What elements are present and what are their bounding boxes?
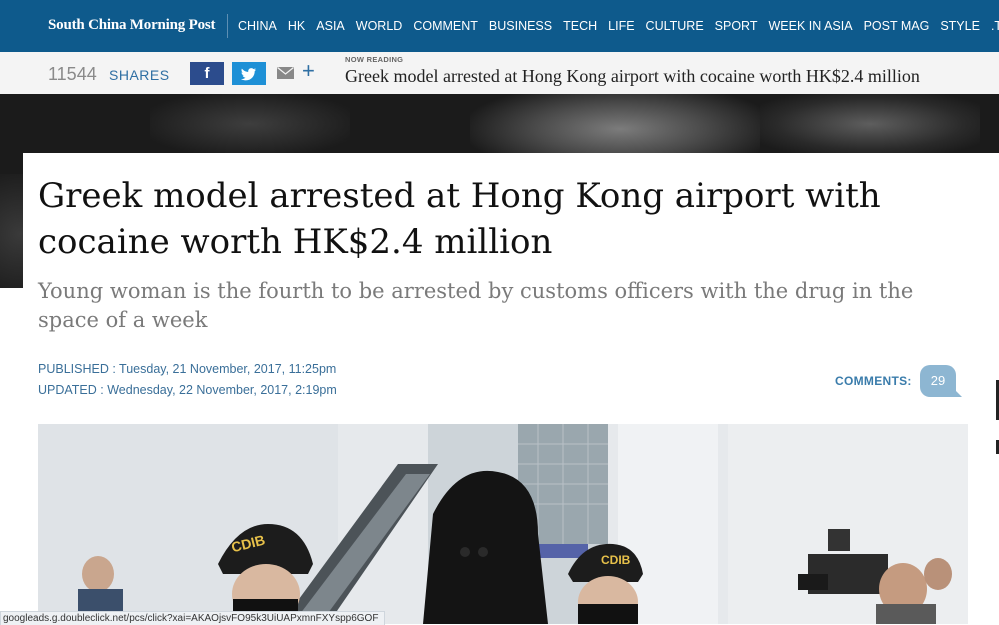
article-headline: Greek model arrested at Hong Kong airpor… <box>38 176 881 262</box>
nav-link-tech[interactable]: TECH <box>563 19 597 33</box>
powder-texture <box>760 94 980 154</box>
article-card: Greek model arrested at Hong Kong airpor… <box>23 153 999 624</box>
now-reading-label: NOW READING <box>345 55 404 64</box>
nav-link-culture[interactable]: CULTURE <box>646 19 704 33</box>
top-navigation: South China Morning Post CHINA HK ASIA WORL… <box>0 0 999 52</box>
nav-link-week-in-asia[interactable]: WEEK IN ASIA <box>769 19 853 33</box>
updated-date: UPDATED : Wednesday, 22 November, 2017, … <box>38 383 337 397</box>
browser-status-bar: googleads.g.doubleclick.net/pcs/click?xa… <box>0 611 386 625</box>
nav-divider <box>227 14 228 38</box>
nav-links: CHINA HK ASIA WORLD COMMENT BUSINESS TECH LIFE C… <box>238 19 999 33</box>
article-photo: CDIB CDIB <box>38 424 968 624</box>
site-logo[interactable]: South China Morning Post <box>48 17 216 34</box>
nav-link-hk[interactable]: HK <box>288 19 305 33</box>
email-icon[interactable] <box>277 67 294 79</box>
nav-link-asia[interactable]: ASIA <box>316 19 345 33</box>
nav-link-tv[interactable]: .TV <box>991 19 999 33</box>
now-reading-title[interactable]: Greek model arrested at Hong Kong airpor… <box>345 66 920 87</box>
nav-link-comment[interactable]: COMMENT <box>413 19 478 33</box>
facebook-share-button[interactable]: f <box>190 62 224 85</box>
nav-link-world[interactable]: WORLD <box>356 19 403 33</box>
share-bar: 11544 SHARES f + NOW READING Greek model… <box>0 52 999 95</box>
powder-texture <box>150 94 350 154</box>
nav-link-business[interactable]: BUSINESS <box>489 19 552 33</box>
article-subheadline: Young woman is the fourth to be arrested… <box>38 279 914 332</box>
nav-link-sport[interactable]: SPORT <box>715 19 758 33</box>
comments-count-badge[interactable]: 29 <box>920 365 962 397</box>
nav-link-style[interactable]: STYLE <box>940 19 980 33</box>
twitter-icon <box>241 68 256 81</box>
nav-link-post-mag[interactable]: POST MAG <box>864 19 930 33</box>
share-count: 11544 <box>48 64 97 84</box>
more-share-icon[interactable]: + <box>302 60 315 82</box>
published-date: PUBLISHED : Tuesday, 21 November, 2017, … <box>38 362 337 376</box>
airport-arrest-photo: CDIB CDIB <box>38 424 968 624</box>
twitter-share-button[interactable] <box>232 62 266 85</box>
share-label: SHARES <box>109 67 170 83</box>
cap-badge-right: CDIB <box>601 553 631 567</box>
nav-link-china[interactable]: CHINA <box>238 19 277 33</box>
comments-label[interactable]: COMMENTS: <box>835 374 912 388</box>
nav-link-life[interactable]: LIFE <box>608 19 634 33</box>
